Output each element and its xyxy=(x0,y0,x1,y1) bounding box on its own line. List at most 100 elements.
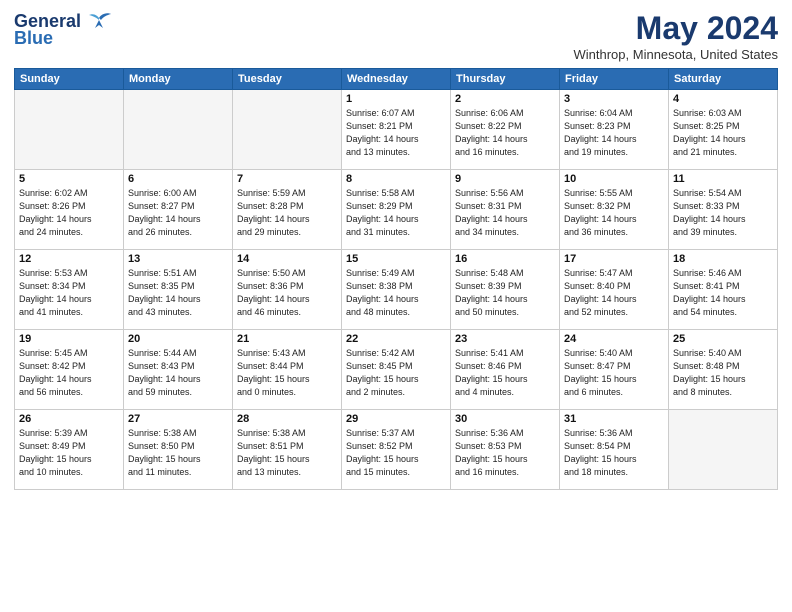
calendar-cell: 28Sunrise: 5:38 AM Sunset: 8:51 PM Dayli… xyxy=(233,410,342,490)
cell-info: Sunrise: 5:36 AM Sunset: 8:54 PM Dayligh… xyxy=(564,427,664,479)
calendar-cell: 22 Sunrise: 5:42 AM Sunset: 8:45 PM Dayli… xyxy=(342,330,451,410)
calendar-week-3: 12 Sunrise: 5:53 AM Sunset: 8:34 PM Dayli… xyxy=(15,250,778,330)
day-number: 29 xyxy=(346,413,446,425)
calendar-cell: 7 Sunrise: 5:59 AM Sunset: 8:28 PM Daylig… xyxy=(233,170,342,250)
day-number: 16 xyxy=(455,253,555,265)
calendar-cell: 6Sunrise: 6:00 AM Sunset: 8:27 PM Daylig… xyxy=(124,170,233,250)
cell-info: Sunrise: 5:39 AM Sunset: 8:49 PM Dayligh… xyxy=(19,427,119,479)
day-number: 11 xyxy=(673,173,773,185)
calendar-cell: 2 Sunrise: 6:06 AM Sunset: 8:22 PM Daylig… xyxy=(451,90,560,170)
calendar-header-row: Sunday Monday Tuesday Wednesday Thursday… xyxy=(15,69,778,90)
calendar-week-2: 5 Sunrise: 6:02 AM Sunset: 8:26 PM Daylig… xyxy=(15,170,778,250)
location: Winthrop, Minnesota, United States xyxy=(574,47,779,62)
cell-info: Sunrise: 6:02 AM Sunset: 8:26 PM Dayligh… xyxy=(19,187,119,239)
day-number: 20 xyxy=(128,333,228,345)
calendar-week-4: 19 Sunrise: 5:45 AM Sunset: 8:42 PM Dayli… xyxy=(15,330,778,410)
day-number: 19 xyxy=(19,333,119,345)
col-sunday: Sunday xyxy=(15,69,124,90)
cell-info: Sunrise: 5:56 AM Sunset: 8:31 PM Dayligh… xyxy=(455,187,555,239)
day-number: 3 xyxy=(564,93,664,105)
cell-info: Sunrise: 5:53 AM Sunset: 8:34 PM Dayligh… xyxy=(19,267,119,319)
day-number: 23 xyxy=(455,333,555,345)
cell-info: Sunrise: 5:51 AM Sunset: 8:35 PM Dayligh… xyxy=(128,267,228,319)
cell-info: Sunrise: 5:46 AM Sunset: 8:41 PM Dayligh… xyxy=(673,267,773,319)
cell-info: Sunrise: 5:36 AM Sunset: 8:53 PM Dayligh… xyxy=(455,427,555,479)
day-number: 25 xyxy=(673,333,773,345)
day-number: 8 xyxy=(346,173,446,185)
cell-info: Sunrise: 5:37 AM Sunset: 8:52 PM Dayligh… xyxy=(346,427,446,479)
cell-info: Sunrise: 5:42 AM Sunset: 8:45 PM Dayligh… xyxy=(346,347,446,399)
col-friday: Friday xyxy=(560,69,669,90)
cell-info: Sunrise: 5:38 AM Sunset: 8:51 PM Dayligh… xyxy=(237,427,337,479)
cell-info: Sunrise: 5:47 AM Sunset: 8:40 PM Dayligh… xyxy=(564,267,664,319)
col-thursday: Thursday xyxy=(451,69,560,90)
cell-info: Sunrise: 5:44 AM Sunset: 8:43 PM Dayligh… xyxy=(128,347,228,399)
day-number: 2 xyxy=(455,93,555,105)
cell-info: Sunrise: 5:40 AM Sunset: 8:48 PM Dayligh… xyxy=(673,347,773,399)
day-number: 7 xyxy=(237,173,337,185)
calendar-cell: 8 Sunrise: 5:58 AM Sunset: 8:29 PM Daylig… xyxy=(342,170,451,250)
calendar-cell: 19 Sunrise: 5:45 AM Sunset: 8:42 PM Dayli… xyxy=(15,330,124,410)
day-number: 1 xyxy=(346,93,446,105)
logo-bird-icon xyxy=(85,10,113,32)
cell-info: Sunrise: 5:43 AM Sunset: 8:44 PM Dayligh… xyxy=(237,347,337,399)
calendar-table: Sunday Monday Tuesday Wednesday Thursday… xyxy=(14,68,778,490)
col-monday: Monday xyxy=(124,69,233,90)
calendar-cell: 23 Sunrise: 5:41 AM Sunset: 8:46 PM Dayli… xyxy=(451,330,560,410)
cell-info: Sunrise: 5:59 AM Sunset: 8:28 PM Dayligh… xyxy=(237,187,337,239)
calendar-cell: 5 Sunrise: 6:02 AM Sunset: 8:26 PM Daylig… xyxy=(15,170,124,250)
day-number: 9 xyxy=(455,173,555,185)
calendar-cell: 21 Sunrise: 5:43 AM Sunset: 8:44 PM Dayli… xyxy=(233,330,342,410)
day-number: 31 xyxy=(564,413,664,425)
calendar-cell: 11 Sunrise: 5:54 AM Sunset: 8:33 PM Dayli… xyxy=(669,170,778,250)
logo: General Blue xyxy=(14,10,113,49)
cell-info: Sunrise: 5:49 AM Sunset: 8:38 PM Dayligh… xyxy=(346,267,446,319)
day-number: 17 xyxy=(564,253,664,265)
day-number: 6 xyxy=(128,173,228,185)
day-number: 26 xyxy=(19,413,119,425)
day-number: 14 xyxy=(237,253,337,265)
cell-info: Sunrise: 5:50 AM Sunset: 8:36 PM Dayligh… xyxy=(237,267,337,319)
cell-info: Sunrise: 6:03 AM Sunset: 8:25 PM Dayligh… xyxy=(673,107,773,159)
cell-info: Sunrise: 5:41 AM Sunset: 8:46 PM Dayligh… xyxy=(455,347,555,399)
calendar-cell: 4 Sunrise: 6:03 AM Sunset: 8:25 PM Daylig… xyxy=(669,90,778,170)
cell-info: Sunrise: 5:55 AM Sunset: 8:32 PM Dayligh… xyxy=(564,187,664,239)
day-number: 4 xyxy=(673,93,773,105)
day-number: 22 xyxy=(346,333,446,345)
cell-info: Sunrise: 6:07 AM Sunset: 8:21 PM Dayligh… xyxy=(346,107,446,159)
calendar-cell: 27Sunrise: 5:38 AM Sunset: 8:50 PM Dayli… xyxy=(124,410,233,490)
cell-info: Sunrise: 6:06 AM Sunset: 8:22 PM Dayligh… xyxy=(455,107,555,159)
calendar-cell: 12 Sunrise: 5:53 AM Sunset: 8:34 PM Dayli… xyxy=(15,250,124,330)
calendar-cell xyxy=(15,90,124,170)
calendar-cell: 14 Sunrise: 5:50 AM Sunset: 8:36 PM Dayli… xyxy=(233,250,342,330)
calendar-cell: 18Sunrise: 5:46 AM Sunset: 8:41 PM Dayli… xyxy=(669,250,778,330)
col-wednesday: Wednesday xyxy=(342,69,451,90)
day-number: 21 xyxy=(237,333,337,345)
calendar-cell: 30 Sunrise: 5:36 AM Sunset: 8:53 PM Dayli… xyxy=(451,410,560,490)
calendar-cell: 1 Sunrise: 6:07 AM Sunset: 8:21 PM Daylig… xyxy=(342,90,451,170)
cell-info: Sunrise: 6:04 AM Sunset: 8:23 PM Dayligh… xyxy=(564,107,664,159)
calendar-week-1: 1 Sunrise: 6:07 AM Sunset: 8:21 PM Daylig… xyxy=(15,90,778,170)
day-number: 12 xyxy=(19,253,119,265)
cell-info: Sunrise: 5:58 AM Sunset: 8:29 PM Dayligh… xyxy=(346,187,446,239)
day-number: 10 xyxy=(564,173,664,185)
calendar-cell xyxy=(233,90,342,170)
day-number: 30 xyxy=(455,413,555,425)
cell-info: Sunrise: 5:45 AM Sunset: 8:42 PM Dayligh… xyxy=(19,347,119,399)
calendar-cell: 15 Sunrise: 5:49 AM Sunset: 8:38 PM Dayli… xyxy=(342,250,451,330)
calendar-cell: 29 Sunrise: 5:37 AM Sunset: 8:52 PM Dayli… xyxy=(342,410,451,490)
cell-info: Sunrise: 5:54 AM Sunset: 8:33 PM Dayligh… xyxy=(673,187,773,239)
cell-info: Sunrise: 5:38 AM Sunset: 8:50 PM Dayligh… xyxy=(128,427,228,479)
calendar-cell: 25 Sunrise: 5:40 AM Sunset: 8:48 PM Dayli… xyxy=(669,330,778,410)
day-number: 24 xyxy=(564,333,664,345)
day-number: 15 xyxy=(346,253,446,265)
calendar-cell xyxy=(669,410,778,490)
calendar-cell: 3 Sunrise: 6:04 AM Sunset: 8:23 PM Daylig… xyxy=(560,90,669,170)
day-number: 5 xyxy=(19,173,119,185)
calendar-cell: 10 Sunrise: 5:55 AM Sunset: 8:32 PM Dayli… xyxy=(560,170,669,250)
calendar-cell: 16Sunrise: 5:48 AM Sunset: 8:39 PM Dayli… xyxy=(451,250,560,330)
calendar-cell: 26 Sunrise: 5:39 AM Sunset: 8:49 PM Dayli… xyxy=(15,410,124,490)
calendar-cell: 31 Sunrise: 5:36 AM Sunset: 8:54 PM Dayli… xyxy=(560,410,669,490)
calendar-cell: 17 Sunrise: 5:47 AM Sunset: 8:40 PM Dayli… xyxy=(560,250,669,330)
calendar-cell: 9 Sunrise: 5:56 AM Sunset: 8:31 PM Daylig… xyxy=(451,170,560,250)
